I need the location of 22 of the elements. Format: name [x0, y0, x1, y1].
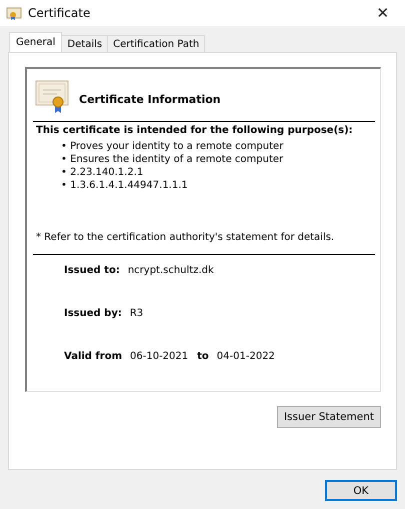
tab[interactable]: General [9, 32, 62, 52]
issuer-statement-button[interactable]: Issuer Statement [276, 406, 381, 428]
tab[interactable]: Certification Path [107, 35, 206, 52]
footnote-text: * Refer to the certification authority's statement for details. [35, 232, 336, 245]
purpose-item: • 2.23.140.1.2.1 [61, 166, 144, 179]
field-value: 04-01-2022 [216, 351, 275, 364]
field-value: R3 [130, 308, 144, 321]
purpose-item: • Ensures the identity of a remote computer [61, 153, 284, 166]
certificate-icon [6, 5, 22, 21]
purpose-item: • 1.3.6.1.4.1.44947.1.1.1 [61, 179, 189, 192]
field-label: Issued to: [64, 265, 120, 278]
field-label: Issued by: [64, 308, 122, 321]
field-label: Valid from [64, 351, 122, 364]
field-label: to [197, 351, 209, 364]
ok-button[interactable]: OK [325, 480, 397, 501]
purpose-item: • Proves your identity to a remote computer [61, 140, 284, 153]
certificate-icon [35, 79, 69, 115]
window-title: Certificate [28, 6, 92, 20]
purpose-heading: This certificate is intended for the following purpose(s): [35, 125, 354, 136]
section-heading: Certificate Information [79, 92, 221, 106]
field-value: 06-10-2021 [130, 351, 188, 364]
field-value: ncrypt.schultz.dk [128, 265, 214, 278]
